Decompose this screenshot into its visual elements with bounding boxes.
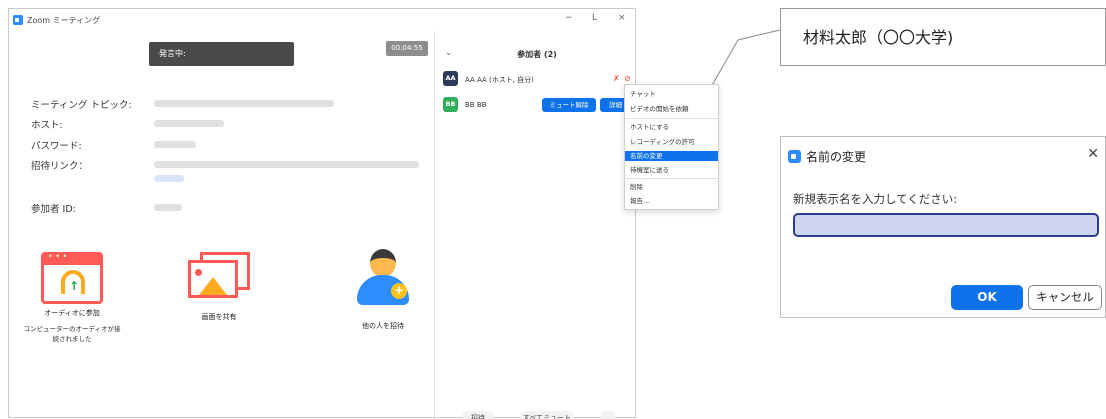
menu-item-allow-recording[interactable]: レコーディングの許可 [625,137,718,147]
avatar: AA [443,71,458,86]
dialog-title: 名前の変更 [806,150,867,164]
participant-row[interactable]: BB BB BB [443,97,543,113]
menu-item-report[interactable]: 報告... [625,196,718,206]
invite-others-button[interactable]: + 他の人を招待 [333,249,433,331]
mute-all-button[interactable]: すべてミュート [521,411,573,419]
menu-item-make-host[interactable]: ホストにする [625,122,718,132]
menu-item-chat[interactable]: チャット [625,89,718,99]
invite-person-icon: + [355,249,411,309]
minimize-button[interactable]: − [565,13,573,23]
password-value-redacted [154,141,196,148]
participant-row[interactable]: AA AA AA (ホスト, 自分) ✗ ⊘ [443,71,633,87]
topic-label: ミーティング トピック: [31,100,132,111]
window-title: Zoom ミーティング [27,16,101,25]
rename-prompt: 新規表示名を入力してください: [793,192,958,206]
menu-item-rename[interactable]: 名前の変更 [625,151,718,161]
participant-name: AA AA (ホスト, 自分) [465,76,534,84]
name-example-callout: 材料太郎（〇〇大学) [780,8,1106,66]
participants-title: 参加者 (2) [517,50,557,59]
muted-mic-icon: ✗ [613,74,620,83]
participants-panel: ⌄ 参加者 (2) AA AA AA (ホスト, 自分) ✗ ⊘ BB BB B… [434,31,639,419]
close-button[interactable]: × [618,13,626,23]
zoom-meeting-window: Zoom ミーティング − L × 発言中: 00:04:55 ミーティング ト… [8,8,639,419]
zoom-app-icon [788,150,801,163]
copy-link-redacted[interactable] [154,175,184,182]
invite-others-label: 他の人を招待 [362,322,404,330]
share-screen-label: 画面を共有 [201,313,237,321]
zoom-app-icon [13,15,23,25]
video-off-icon: ⊘ [624,74,631,83]
avatar: BB [443,97,458,112]
participant-context-menu: チャット ビデオの開始を依頼 ホストにする レコーディングの許可 名前の変更 待… [624,84,719,210]
invite-link-label: 招待リンク： [31,161,89,172]
menu-item-request-video[interactable]: ビデオの開始を依頼 [625,104,718,114]
join-audio-label: オーディオに参加 [44,309,100,317]
participant-name: BB BB [465,101,487,109]
rename-dialog: 名前の変更 ✕ 新規表示名を入力してください: OK キャンセル [780,136,1106,318]
join-audio-button[interactable]: オーディオに参加 コンピューターのオーディオが接続されました [17,252,127,344]
host-value-redacted [154,120,224,127]
invite-link-value-redacted[interactable] [154,161,419,168]
audio-connected-note: コンピューターのオーディオが接 続されました [23,325,121,343]
new-name-input[interactable] [793,213,1099,237]
menu-divider [625,178,718,179]
close-icon[interactable]: ✕ [1087,146,1099,162]
cancel-button[interactable]: キャンセル [1028,285,1102,310]
share-screen-icon [188,252,250,302]
maximize-button[interactable]: L [592,13,597,23]
topic-value-redacted [154,100,334,107]
invite-button[interactable]: 招待 [463,411,493,419]
menu-divider [625,118,718,119]
menu-item-remove[interactable]: 削除 [625,182,718,192]
speaking-indicator: 発言中: [149,42,294,66]
participant-id-value-redacted [154,204,182,211]
host-label: ホスト: [31,120,63,131]
menu-item-waiting-room[interactable]: 待機室に送る [625,165,718,175]
more-options-button[interactable]: ... [601,411,615,419]
participant-id-label: 参加者 ID: [31,204,76,215]
password-label: パスワード: [31,141,82,152]
share-screen-button[interactable]: 画面を共有 [169,252,269,322]
meeting-timer: 00:04:55 [386,41,428,56]
audio-icon [41,252,103,304]
ok-button[interactable]: OK [951,285,1023,310]
unmute-button[interactable]: ミュート解除 [542,98,596,112]
title-bar: Zoom ミーティング − L × [9,9,635,31]
